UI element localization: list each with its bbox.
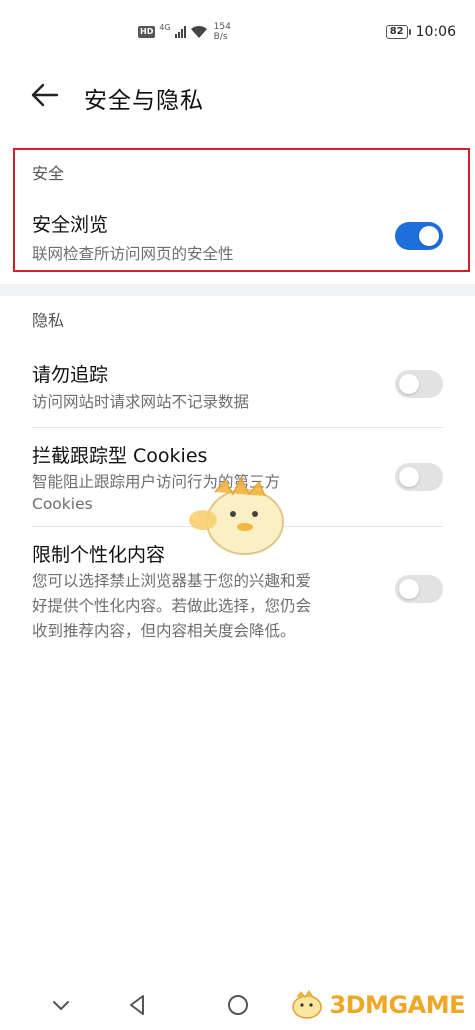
do-not-track-title: 请勿追踪 [32, 364, 109, 386]
page-title: 安全与隐私 [84, 88, 204, 114]
block-cookies-subtitle-2: Cookies [32, 495, 93, 513]
safe-browsing-subtitle: 联网检查所访问网页的安全性 [32, 245, 234, 263]
collapse-icon[interactable] [48, 992, 74, 1018]
wifi-icon [190, 25, 207, 38]
network-speed: 154 B/s [214, 22, 231, 42]
block-cookies-toggle[interactable] [395, 463, 443, 491]
battery-icon: 82 [385, 25, 411, 39]
status-right: 82 10:06 [385, 24, 456, 40]
limit-personalization-toggle[interactable] [395, 575, 443, 603]
home-nav-icon[interactable] [225, 992, 251, 1018]
limit-personalization-subtitle-3: 收到推荐内容，但内容相关度会降低。 [32, 622, 296, 640]
mascot-watermark-icon [189, 476, 284, 555]
title-bar: 安全与隐私 [0, 62, 475, 132]
speed-unit: B/s [213, 32, 228, 42]
limit-personalization-subtitle-1: 您可以选择禁止浏览器基于您的兴趣和爱 [32, 572, 312, 590]
back-nav-icon[interactable] [124, 992, 150, 1018]
limit-personalization-subtitle-2: 好提供个性化内容。若做此选择，您仍会 [32, 597, 312, 615]
signal-icon [174, 26, 186, 38]
safe-browsing-title: 安全浏览 [32, 214, 109, 236]
section-divider-band [0, 284, 475, 296]
limit-personalization-title: 限制个性化内容 [32, 544, 166, 566]
speed-value: 154 [213, 22, 231, 32]
network-type: 4G [159, 22, 171, 32]
do-not-track-subtitle: 访问网站时请求网站不记录数据 [32, 393, 250, 411]
block-cookies-title: 拦截跟踪型 Cookies [32, 445, 208, 467]
privacy-section-header: 隐私 [32, 311, 65, 330]
back-arrow-icon[interactable] [30, 80, 60, 110]
clock: 10:06 [415, 24, 456, 40]
watermark-mascot-icon [292, 990, 323, 1019]
status-bar: HD 4G 154 B/s 82 10:06 [0, 0, 475, 62]
status-icons: HD 4G 154 B/s [138, 22, 231, 42]
do-not-track-toggle[interactable] [395, 370, 443, 398]
watermark-text: 3DMGAME [329, 991, 465, 1019]
row-divider [32, 427, 443, 428]
safe-browsing-toggle[interactable] [395, 222, 443, 250]
hd-badge: HD [138, 26, 156, 38]
security-section-header: 安全 [32, 164, 65, 183]
site-watermark: 3DMGAME [289, 990, 465, 1020]
